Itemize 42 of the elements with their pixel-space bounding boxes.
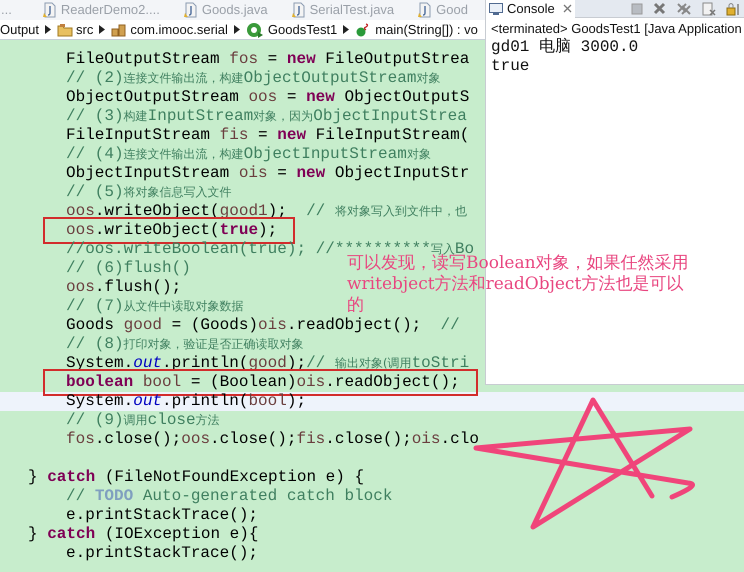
code-line: oos.flush();: [66, 278, 182, 296]
code-line: FileInputStream fis = new FileInputStream(: [66, 126, 470, 144]
code-line: } catch (IOException e){: [28, 525, 258, 543]
code-line: ObjectInputStream ois = new ObjectInputStr: [66, 164, 470, 182]
remove-all-icon[interactable]: [676, 2, 692, 16]
clear-console-icon[interactable]: [702, 2, 716, 16]
close-icon[interactable]: [562, 4, 572, 13]
console-icon: [489, 2, 503, 14]
breadcrumb-item[interactable]: GoodsTest1: [246, 20, 338, 39]
code-line: Goods good = (Goods)ois.readObject(); //: [66, 316, 460, 334]
code-line: FileOutputStream fos = new FileOutputStrea: [66, 50, 470, 68]
package-icon: [111, 22, 128, 36]
code-line: // (8)打印对象，验证是否正确读取对象: [66, 335, 304, 353]
code-line: // (5)将对象信息写入文件: [66, 183, 232, 201]
code-line: // TODO Auto-generated catch block: [66, 487, 392, 505]
breadcrumb-item[interactable]: main(String[]) : vo: [355, 20, 478, 39]
chevron-icon: [343, 25, 350, 34]
code-line: // (2)连接文件输出流，构建ObjectOutputStream对象: [66, 69, 440, 87]
breadcrumb-item[interactable]: Output: [0, 20, 40, 39]
lock-icon[interactable]: [726, 2, 740, 16]
console-tab[interactable]: Console: [486, 0, 575, 18]
breadcrumb-item[interactable]: src: [57, 20, 94, 39]
remove-icon[interactable]: [653, 2, 666, 15]
code-line: // (4)连接文件输出流，构建ObjectInputStream对象: [66, 145, 431, 163]
chevron-icon: [45, 25, 52, 34]
source-folder-icon: [57, 22, 74, 36]
code-line: fos.close();oos.close();fis.close();ois.clo: [66, 430, 479, 448]
chevron-icon: [234, 25, 240, 34]
code-line: } catch (FileNotFoundException e) {: [28, 468, 364, 486]
chevron-icon: [99, 25, 106, 34]
code-line: // (6)flush(): [66, 259, 191, 277]
code-line: // (3)构建InputStream对象，因为ObjectInputStrea: [66, 107, 467, 125]
code-line: e.printStackTrace();: [66, 544, 258, 562]
console-status: <terminated> GoodsTest1 [Java Application: [490, 20, 743, 38]
console-output: gd01 电脑 3000.0: [491, 38, 638, 56]
stop-icon[interactable]: [631, 2, 643, 14]
code-line: e.printStackTrace();: [66, 506, 258, 524]
console-output: true: [491, 57, 530, 75]
breadcrumb-item[interactable]: com.imooc.serial: [111, 20, 228, 39]
code-line: ObjectOutputStream oos = new ObjectOutputS: [66, 88, 470, 106]
code-line: // (9)调用close方法: [66, 411, 220, 429]
code-line: // (7)从文件中读取对象数据: [66, 297, 244, 315]
